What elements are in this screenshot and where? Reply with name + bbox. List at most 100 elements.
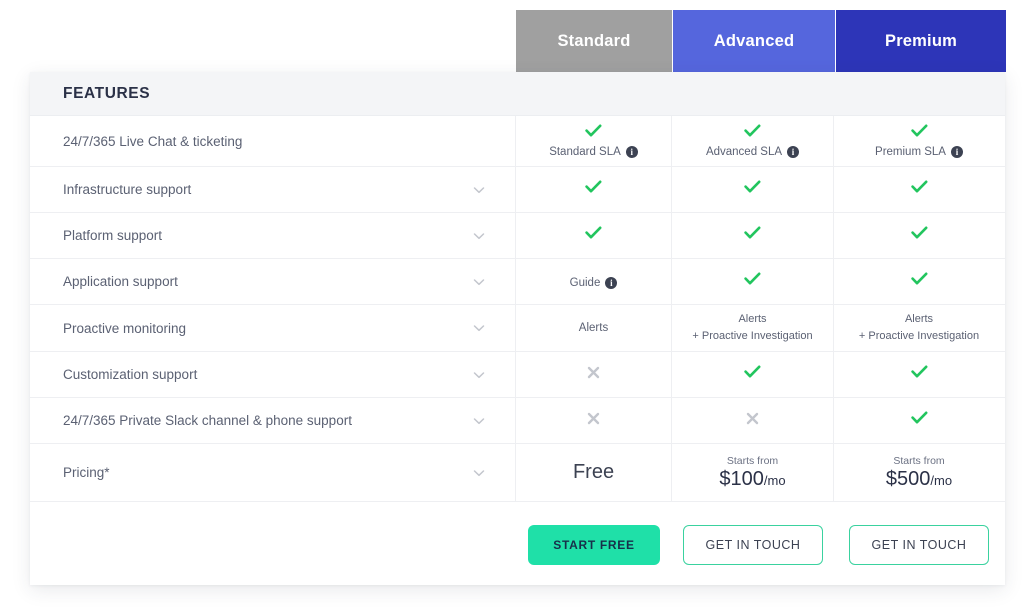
check-icon (911, 365, 928, 384)
check-icon (911, 180, 928, 199)
plan-header-advanced-label: Advanced (714, 32, 794, 51)
price-amount-number: $500 (886, 468, 931, 490)
check-icon (911, 411, 928, 430)
info-icon[interactable]: i (626, 146, 638, 158)
feature-label: Application support (63, 274, 178, 289)
sla-note: Standard SLA i (549, 146, 638, 158)
value-cell-premium: Premium SLA i (834, 116, 1004, 166)
value-cell-standard: Standard SLA i (516, 116, 672, 166)
value-cell-standard: Guide i (516, 259, 672, 304)
value-cell-premium (834, 259, 1004, 304)
table-row: 24/7/365 Private Slack channel & phone s… (30, 398, 1005, 444)
start-free-button[interactable]: START FREE (528, 525, 659, 565)
table-row: Application support Guide i (30, 259, 1005, 305)
sla-note: Premium SLA i (875, 146, 963, 158)
sla-label: Standard SLA (549, 146, 621, 158)
value-cell-premium (834, 398, 1004, 443)
chevron-down-icon[interactable] (471, 228, 487, 244)
feature-cell-expandable[interactable]: Infrastructure support (30, 167, 516, 212)
price-value: Free (573, 461, 614, 484)
feature-cell-expandable[interactable]: Customization support (30, 352, 516, 397)
sla-label: Advanced SLA (706, 146, 782, 158)
cta-spacer (30, 502, 516, 587)
price-period: /mo (764, 473, 786, 488)
info-icon[interactable]: i (605, 277, 617, 289)
price-cell-premium: Starts from $500/mo (834, 444, 1004, 501)
check-icon (744, 272, 761, 291)
info-icon[interactable]: i (787, 146, 799, 158)
feature-cell-expandable[interactable]: Application support (30, 259, 516, 304)
cross-icon (587, 412, 600, 430)
value-text-line2: + Proactive Investigation (692, 328, 812, 345)
table-row: Platform support (30, 213, 1005, 259)
cross-icon (746, 412, 759, 430)
info-icon[interactable]: i (951, 146, 963, 158)
table-row-pricing: Pricing* Free Starts from $100/mo Starts… (30, 444, 1005, 502)
feature-label: 24/7/365 Live Chat & ticketing (63, 134, 242, 149)
chevron-down-icon[interactable] (471, 274, 487, 290)
value-cell-advanced (672, 352, 834, 397)
feature-cell-expandable[interactable]: Proactive monitoring (30, 305, 516, 351)
check-icon (744, 124, 761, 143)
value-cell-advanced (672, 167, 834, 212)
pricing-comparison-page: Standard Advanced Premium FEATURES 24/7/… (0, 0, 1024, 613)
feature-label: Platform support (63, 228, 162, 243)
table-row: Proactive monitoring Alerts Alerts + Pro… (30, 305, 1005, 352)
feature-cell: 24/7/365 Live Chat & ticketing (30, 116, 516, 166)
feature-label: 24/7/365 Private Slack channel & phone s… (63, 413, 352, 428)
feature-label: Customization support (63, 367, 197, 382)
price-cell-advanced: Starts from $100/mo (672, 444, 834, 501)
feature-cell-expandable[interactable]: Platform support (30, 213, 516, 258)
guide-note: Guide i (570, 277, 618, 289)
value-text: Alerts (579, 322, 608, 334)
cta-cell-premium: GET IN TOUCH (834, 502, 1004, 587)
plan-header-standard-label: Standard (557, 32, 630, 51)
get-in-touch-button-premium[interactable]: GET IN TOUCH (849, 525, 990, 565)
value-cell-advanced (672, 259, 834, 304)
cta-cell-advanced: GET IN TOUCH (672, 502, 834, 587)
chevron-down-icon[interactable] (471, 413, 487, 429)
value-cell-advanced: Advanced SLA i (672, 116, 834, 166)
value-cell-premium (834, 167, 1004, 212)
price-period: /mo (930, 473, 952, 488)
value-text-line1: Alerts (905, 311, 933, 328)
plan-header-standard[interactable]: Standard (516, 10, 672, 72)
check-icon (911, 124, 928, 143)
plan-header-premium[interactable]: Premium (836, 10, 1006, 72)
features-section-header: FEATURES (30, 72, 1005, 116)
price-cell-standard: Free (516, 444, 672, 501)
plan-header-advanced[interactable]: Advanced (673, 10, 835, 72)
price-prefix: Starts from (893, 455, 944, 467)
comparison-card: FEATURES 24/7/365 Live Chat & ticketing … (30, 72, 1005, 585)
check-icon (585, 124, 602, 143)
price-amount-number: $100 (719, 468, 764, 490)
sla-label: Premium SLA (875, 146, 946, 158)
value-cell-standard (516, 352, 672, 397)
price-value: $500/mo (886, 468, 952, 491)
value-cell-premium (834, 352, 1004, 397)
table-row: 24/7/365 Live Chat & ticketing Standard … (30, 116, 1005, 167)
feature-label: Pricing* (63, 465, 110, 480)
check-icon (911, 272, 928, 291)
value-cell-advanced (672, 213, 834, 258)
feature-cell-expandable[interactable]: 24/7/365 Private Slack channel & phone s… (30, 398, 516, 443)
plan-header-tabs: Standard Advanced Premium (516, 10, 1006, 72)
plan-header-premium-label: Premium (885, 32, 957, 51)
chevron-down-icon[interactable] (471, 465, 487, 481)
guide-label: Guide (570, 277, 601, 289)
chevron-down-icon[interactable] (471, 367, 487, 383)
chevron-down-icon[interactable] (471, 320, 487, 336)
table-row: Infrastructure support (30, 167, 1005, 213)
cta-cell-standard: START FREE (516, 502, 672, 587)
value-cell-standard (516, 167, 672, 212)
chevron-down-icon[interactable] (471, 182, 487, 198)
feature-cell-expandable[interactable]: Pricing* (30, 444, 516, 501)
feature-label: Proactive monitoring (63, 321, 186, 336)
table-row: Customization support (30, 352, 1005, 398)
value-cell-premium: Alerts + Proactive Investigation (834, 305, 1004, 351)
value-text-line1: Alerts (738, 311, 766, 328)
check-icon (585, 180, 602, 199)
get-in-touch-button-advanced[interactable]: GET IN TOUCH (683, 525, 824, 565)
features-title: FEATURES (63, 85, 150, 103)
check-icon (744, 365, 761, 384)
